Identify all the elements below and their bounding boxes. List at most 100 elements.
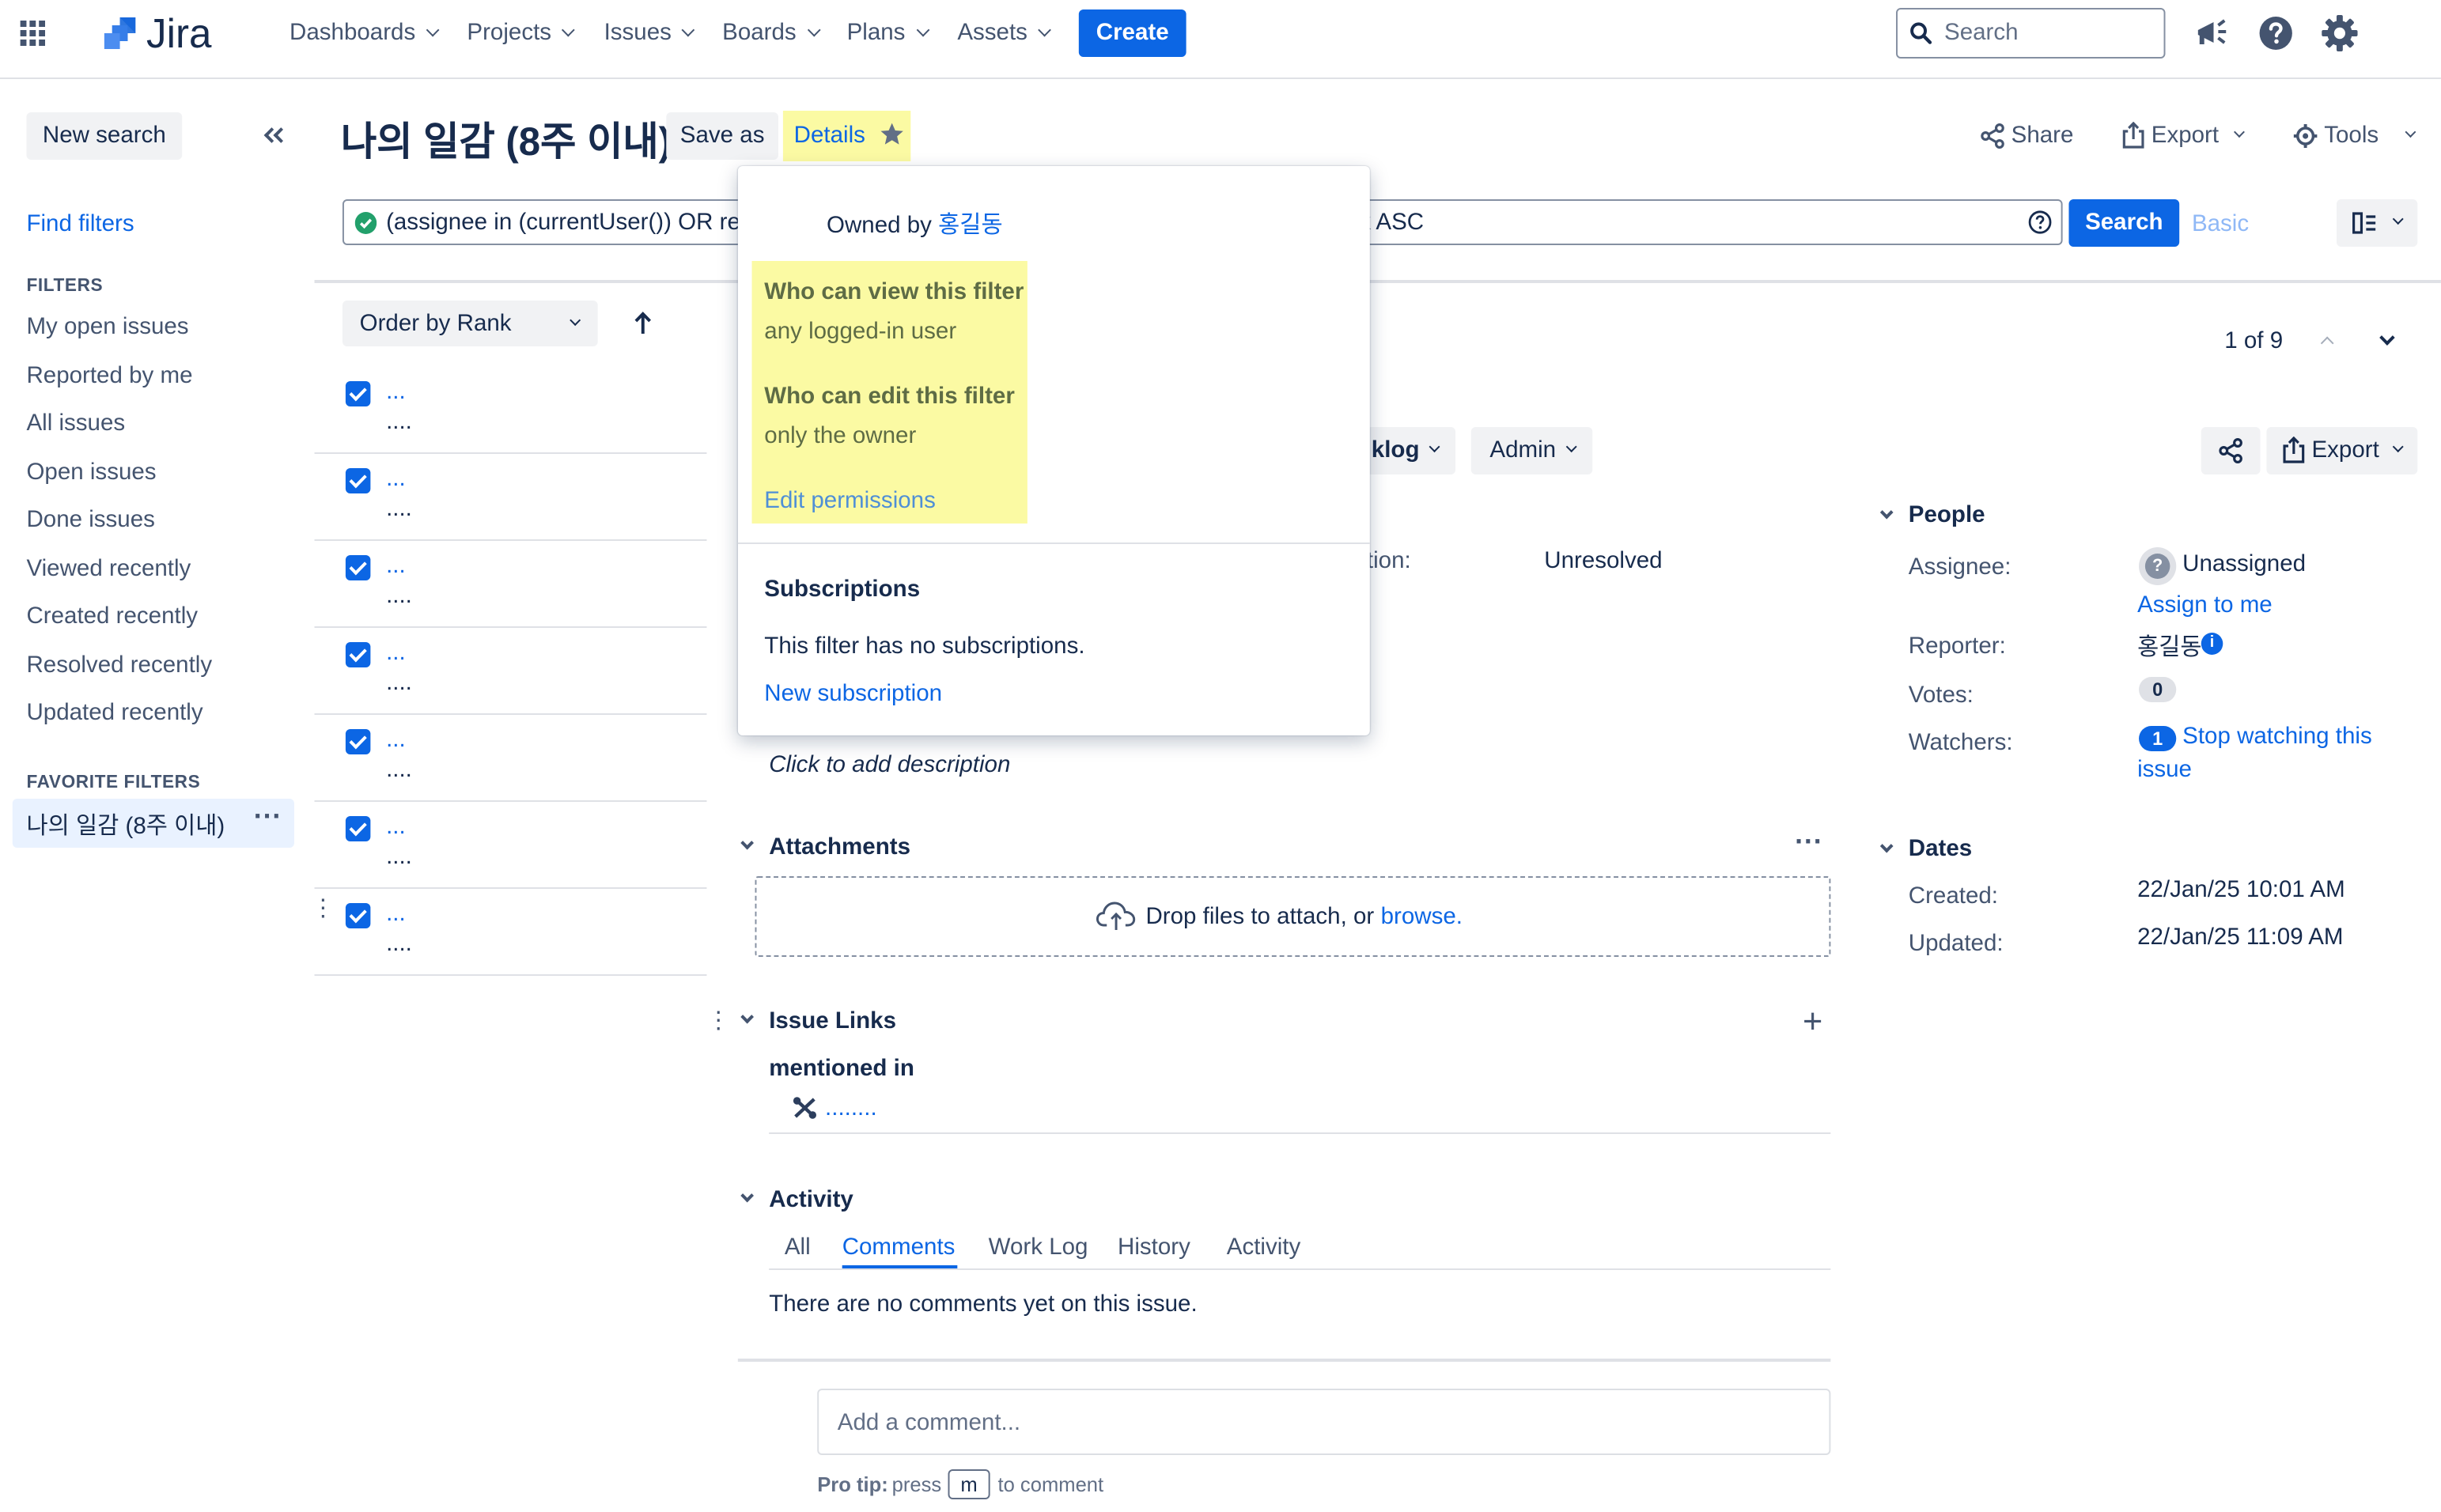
issue-key-link[interactable]: ... (386, 726, 406, 753)
tab-all[interactable]: All (785, 1234, 811, 1261)
issue-export-button[interactable]: Export (2266, 427, 2418, 474)
filter-all-issues[interactable]: All issues (26, 410, 125, 437)
global-search[interactable] (1896, 8, 2166, 59)
collapse-chevron-icon[interactable] (1879, 505, 1894, 520)
more-actions-icon[interactable]: ··· (254, 800, 282, 833)
tab-work-log[interactable]: Work Log (989, 1234, 1088, 1261)
settings-gear-icon[interactable] (2321, 14, 2358, 52)
syntax-help-icon[interactable] (2028, 210, 2052, 234)
issue-key-link[interactable]: ... (386, 639, 406, 666)
basic-mode-link[interactable]: Basic (2192, 210, 2249, 237)
issue-checkbox[interactable] (345, 555, 371, 580)
issue-checkbox[interactable] (345, 816, 371, 841)
issue-checkbox[interactable] (345, 468, 371, 493)
filter-updated-recently[interactable]: Updated recently (26, 699, 202, 726)
row-divider (314, 539, 707, 541)
issue-checkbox[interactable] (345, 729, 371, 754)
filter-open-issues[interactable]: Open issues (26, 459, 156, 486)
jira-logo[interactable]: Jira (100, 9, 224, 57)
filter-created-recently[interactable]: Created recently (26, 603, 198, 629)
add-comment-field[interactable]: Add a comment... (817, 1389, 1831, 1455)
owner-link[interactable]: 홍길동 (938, 212, 1002, 239)
collapse-chevron-icon[interactable] (740, 1189, 754, 1203)
nav-plans[interactable]: Plans (847, 19, 929, 46)
linked-issue-link[interactable]: ........ (825, 1094, 877, 1121)
resize-handle-icon[interactable]: ⋮ (312, 897, 335, 920)
issue-checkbox[interactable] (345, 642, 371, 667)
collapse-sidebar-icon[interactable] (262, 125, 289, 147)
nav-issues[interactable]: Issues (604, 19, 695, 46)
help-icon[interactable] (2259, 16, 2293, 51)
resize-handle-icon[interactable]: ⋮ (706, 1009, 730, 1033)
edit-permissions-link[interactable]: Edit permissions (764, 487, 936, 514)
issue-summary[interactable]: .... (386, 843, 412, 870)
collapse-chevron-icon[interactable] (740, 1010, 754, 1024)
next-issue-icon[interactable] (2379, 330, 2395, 346)
issue-summary[interactable]: .... (386, 582, 412, 609)
layout-switcher-button[interactable] (2336, 199, 2418, 247)
app-switcher-icon[interactable] (20, 21, 46, 46)
issue-checkbox[interactable] (345, 381, 371, 406)
filter-resolved-recently[interactable]: Resolved recently (26, 652, 212, 679)
browse-link[interactable]: browse. (1381, 903, 1463, 930)
star-icon[interactable] (880, 122, 904, 147)
attachments-more-icon[interactable]: ··· (1795, 826, 1822, 859)
issue-checkbox[interactable] (345, 903, 371, 928)
tab-history[interactable]: History (1118, 1234, 1190, 1261)
nav-dashboards[interactable]: Dashboards (290, 19, 440, 46)
tools-button[interactable]: Tools (2293, 122, 2424, 153)
stop-watching-link[interactable]: Stop watching this (2182, 723, 2372, 750)
collapse-chevron-icon[interactable] (1879, 839, 1894, 853)
issue-key-link[interactable]: ... (386, 900, 406, 927)
workflow-button[interactable]: klog (1366, 427, 1456, 474)
filter-done-issues[interactable]: Done issues (26, 506, 154, 533)
tools-label: Tools (2324, 122, 2379, 149)
admin-button[interactable]: Admin (1470, 427, 1593, 474)
issue-summary[interactable]: .... (386, 930, 412, 957)
updated-label: Updated: (1908, 930, 2004, 957)
tools-gear-icon (2293, 124, 2318, 148)
issue-key-link[interactable]: ... (386, 378, 406, 405)
chevron-down-icon (1429, 440, 1440, 453)
issue-share-button[interactable] (2201, 427, 2261, 474)
add-link-icon[interactable]: + (1803, 1001, 1822, 1042)
search-button[interactable]: Search (2068, 199, 2180, 247)
issue-summary[interactable]: .... (386, 669, 412, 696)
issue-summary[interactable]: .... (386, 495, 412, 522)
nav-assets[interactable]: Assets (957, 19, 1051, 46)
issue-export-label: Export (2311, 437, 2379, 463)
attachment-dropzone[interactable]: Drop files to attach, or browse. (755, 876, 1831, 957)
nav-boards[interactable]: Boards (722, 19, 820, 46)
info-icon[interactable]: i (2201, 633, 2223, 655)
collapse-chevron-icon[interactable] (740, 836, 754, 850)
tab-comments[interactable]: Comments (842, 1234, 956, 1261)
row-divider (314, 713, 707, 715)
favorite-filter-item[interactable]: 나의 일감 (8주 이내) ··· (12, 799, 294, 848)
save-as-button[interactable]: Save as (666, 112, 778, 160)
issue-summary[interactable]: .... (386, 756, 412, 783)
issue-key-link[interactable]: ... (386, 465, 406, 492)
new-subscription-link[interactable]: New subscription (764, 680, 942, 707)
filter-viewed-recently[interactable]: Viewed recently (26, 555, 191, 582)
new-search-button[interactable]: New search (26, 112, 183, 160)
nav-projects[interactable]: Projects (467, 19, 576, 46)
issue-key-link[interactable]: ... (386, 552, 406, 579)
votes-count-badge[interactable]: 0 (2139, 677, 2177, 702)
notifications-megaphone-icon[interactable] (2193, 16, 2231, 51)
assign-to-me-link[interactable]: Assign to me (2137, 592, 2273, 618)
stop-watching-link-cont[interactable]: issue (2137, 756, 2192, 783)
description-placeholder[interactable]: Click to add description (769, 751, 1010, 778)
sort-ascending-arrow-icon[interactable] (634, 312, 653, 335)
filter-my-open-issues[interactable]: My open issues (26, 313, 188, 340)
order-by-select[interactable]: Order by Rank (342, 301, 598, 346)
issue-key-link[interactable]: ... (386, 813, 406, 840)
previous-issue-icon[interactable] (2320, 336, 2334, 350)
export-button[interactable]: Export (2121, 122, 2249, 153)
tab-activity[interactable]: Activity (1227, 1234, 1301, 1261)
filter-reported-by-me[interactable]: Reported by me (26, 362, 192, 389)
find-filters-link[interactable]: Find filters (26, 210, 134, 237)
details-button[interactable]: Details (794, 122, 865, 149)
search-input[interactable] (1944, 19, 2155, 46)
issue-summary[interactable]: .... (386, 408, 412, 435)
create-button[interactable]: Create (1078, 9, 1186, 57)
